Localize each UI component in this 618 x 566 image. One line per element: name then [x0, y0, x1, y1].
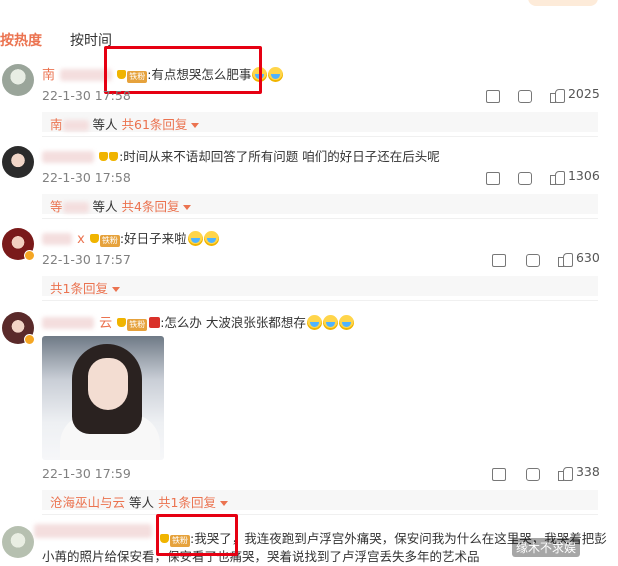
like-button[interactable]: 1306	[550, 168, 600, 185]
crown-icon	[117, 318, 127, 327]
divider	[42, 136, 598, 137]
like-button[interactable]: 2025	[550, 86, 600, 103]
crown-icon	[89, 234, 99, 243]
comment-icon[interactable]	[518, 88, 532, 103]
reply-etc: 等人	[92, 117, 118, 132]
highlight-box	[156, 514, 238, 556]
like-count: 2025	[567, 86, 600, 101]
crying-emoji-icon	[268, 67, 284, 82]
top-action-button[interactable]	[528, 0, 598, 6]
blurred-name	[42, 232, 72, 245]
crown-icon	[109, 152, 119, 161]
chevron-down-icon	[191, 123, 200, 128]
comment-header: :时间从来不语却回答了所有问题 咱们的好日子还在后头呢	[42, 146, 440, 165]
tab-by-hot[interactable]: 按热度	[0, 30, 42, 50]
comment-time: 22-1-30 17:59	[42, 466, 131, 481]
crying-emoji-icon	[306, 315, 322, 330]
like-button[interactable]: 338	[558, 464, 600, 481]
comment-icon[interactable]	[526, 466, 540, 481]
reply-summary[interactable]: 等 等人 共4条回复	[42, 194, 598, 214]
reply-name[interactable]: 南	[50, 117, 63, 132]
comment-text: :怎么办 大波浪张张都想存	[160, 315, 306, 330]
crying-emoji-icon	[338, 315, 354, 330]
reply-summary[interactable]: 沧海巫山与云 等人 共1条回复	[42, 490, 598, 510]
comment-time: 22-1-30 17:58	[42, 170, 131, 185]
chevron-down-icon	[183, 205, 192, 210]
like-count: 338	[575, 464, 600, 479]
comment-text-line2: 小苒的照片给保安看，保安看了也痛哭，哭着说找到了卢浮宫丢失多年的艺术品	[42, 549, 480, 564]
crown-icon	[99, 152, 109, 161]
comment-text: :好日子来啦	[119, 231, 187, 246]
reply-summary[interactable]: 共1条回复	[42, 276, 598, 296]
comment-icon[interactable]	[526, 252, 540, 267]
avatar[interactable]	[2, 64, 34, 96]
avatar[interactable]	[2, 146, 34, 178]
like-count: 1306	[567, 168, 600, 183]
crying-emoji-icon	[187, 231, 203, 246]
share-icon[interactable]	[486, 170, 500, 185]
crying-emoji-icon	[322, 315, 338, 330]
like-button[interactable]: 630	[558, 250, 600, 267]
blurred-name	[34, 524, 152, 538]
commenter-name[interactable]: 南	[42, 68, 55, 83]
reply-etc: 等人	[129, 495, 155, 510]
comment-text: :时间从来不语却回答了所有问题 咱们的好日子还在后头呢	[119, 149, 440, 164]
reply-count-link[interactable]: 共1条回复	[158, 495, 216, 510]
like-icon	[558, 466, 573, 481]
like-count: 630	[575, 250, 600, 265]
commenter-name[interactable]: 云	[99, 316, 112, 331]
blurred-name	[42, 150, 94, 163]
blurred-name	[62, 202, 89, 213]
reply-count-link[interactable]: 共1条回复	[50, 281, 108, 296]
divider	[42, 514, 598, 515]
comment-image[interactable]	[42, 336, 164, 460]
share-icon[interactable]	[492, 466, 506, 481]
like-icon	[550, 88, 565, 103]
comment-header: x 铁粉:好日子来啦	[42, 228, 219, 247]
blurred-name	[62, 120, 89, 131]
share-icon[interactable]	[492, 252, 506, 267]
reply-name[interactable]: 沧海巫山与云	[50, 495, 125, 510]
crying-emoji-icon	[203, 231, 219, 246]
share-icon[interactable]	[486, 88, 500, 103]
verified-badge-icon	[24, 334, 35, 345]
watermark: 缘木不求娱	[512, 538, 581, 557]
reply-name[interactable]: 等	[50, 199, 63, 214]
reply-summary[interactable]: 南 等人 共61条回复	[42, 112, 598, 132]
comment-header: 云 铁粉 :怎么办 大波浪张张都想存	[42, 312, 354, 331]
verified-badge-icon	[24, 250, 35, 261]
red-packet-icon	[149, 317, 161, 328]
blurred-name	[42, 316, 94, 329]
reply-count-link[interactable]: 共61条回复	[122, 117, 188, 132]
highlight-box	[104, 46, 262, 94]
reply-count-link[interactable]: 共4条回复	[122, 199, 180, 214]
comment-time: 22-1-30 17:57	[42, 252, 131, 267]
like-icon	[550, 170, 565, 185]
commenter-name[interactable]: x	[77, 232, 85, 247]
comment-icon[interactable]	[518, 170, 532, 185]
divider	[42, 300, 598, 301]
fan-badge: 铁粉	[127, 319, 148, 331]
chevron-down-icon	[111, 287, 120, 292]
divider	[42, 218, 598, 219]
reply-etc: 等人	[92, 199, 118, 214]
like-icon	[558, 252, 573, 267]
fan-badge: 铁粉	[99, 235, 120, 247]
comment-time: 22-1-30 17:58	[42, 88, 131, 103]
chevron-down-icon	[219, 501, 228, 506]
avatar[interactable]	[2, 526, 34, 558]
